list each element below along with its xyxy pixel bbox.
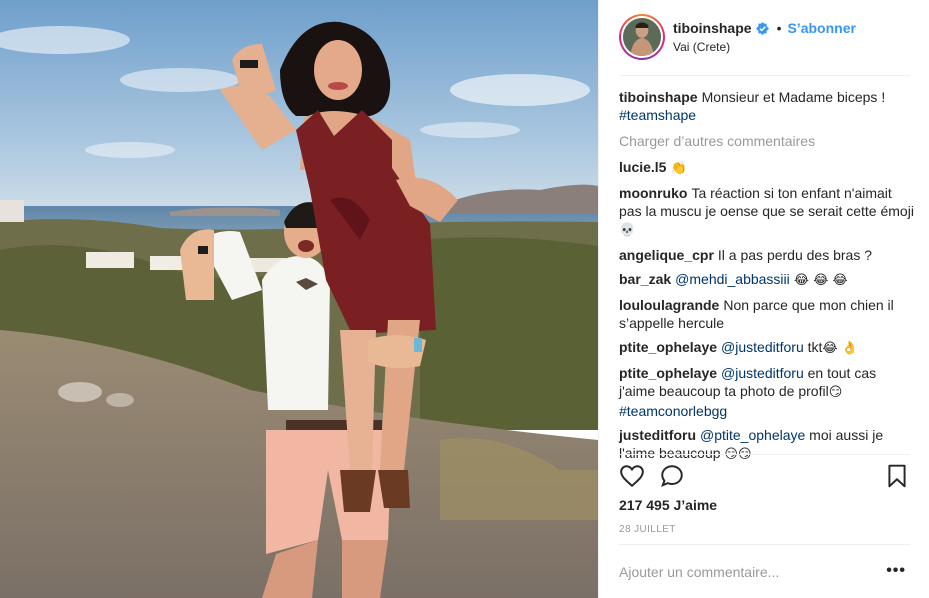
comment-row: angelique_cpr Il a pas perdu des bras ? <box>619 246 914 264</box>
avatar[interactable] <box>619 14 665 60</box>
comment-emoji: 😂 😂 😂 <box>789 273 848 288</box>
location-link[interactable]: Vai (Crete) <box>673 40 730 54</box>
comment-username[interactable]: moonruko <box>619 185 687 201</box>
bookmark-icon[interactable] <box>884 463 910 489</box>
comment-username[interactable]: bar_zak <box>619 271 671 287</box>
comment-username[interactable]: angelique_cpr <box>619 247 714 263</box>
add-comment-section: ••• <box>619 544 910 598</box>
avatar-image <box>621 16 663 58</box>
comment-mention[interactable]: @justeditforu <box>721 365 804 381</box>
heart-icon[interactable] <box>619 463 645 489</box>
username-line: tiboinshape • S’abonner <box>673 20 856 36</box>
post-side-panel: tiboinshape • S’abonner Vai (Crete) tibo… <box>598 0 929 598</box>
separator-dot: • <box>776 20 782 36</box>
action-bar <box>619 454 910 494</box>
comments-list: tiboinshape Monsieur et Madame biceps ! #… <box>619 88 914 470</box>
verified-badge-icon <box>755 21 769 35</box>
comment-row: bar_zak @mehdi_abbassiii 😂 😂 😂 <box>619 270 914 290</box>
username[interactable]: tiboinshape <box>673 20 752 36</box>
comment-username[interactable]: ptite_ophelaye <box>619 365 717 381</box>
load-more-comments-button[interactable]: Charger d’autres commentaires <box>619 132 914 150</box>
comment-emoji: 💀 <box>619 223 636 238</box>
post-date: 28 JUILLET <box>619 524 676 535</box>
comment-text: Il a pas perdu des bras ? <box>717 247 873 263</box>
add-comment-input[interactable] <box>619 561 879 583</box>
comment-row: lucie.l5 👏 <box>619 158 914 178</box>
comment-row: ptite_ophelaye @justeditforu tkt😂 👌 <box>619 338 914 358</box>
comment-mention[interactable]: @justeditforu <box>721 339 804 355</box>
comment-username[interactable]: lucie.l5 <box>619 159 666 175</box>
comment-text: tkt <box>803 339 823 355</box>
follow-button[interactable]: S’abonner <box>787 20 855 36</box>
comment-username[interactable]: justeditforu <box>619 427 696 443</box>
comment-emoji: 😂 👌 <box>822 341 858 356</box>
post-photo[interactable] <box>0 0 598 598</box>
comment-mention[interactable]: @mehdi_abbassiii <box>675 271 790 287</box>
comment-emoji: 👏 <box>670 161 687 176</box>
comment-username[interactable]: ptite_ophelaye <box>619 339 717 355</box>
caption-hashtag[interactable]: #teamshape <box>619 107 696 123</box>
comment-row: ptite_ophelaye @justeditforu en tout cas … <box>619 364 914 420</box>
comment-rows: lucie.l5 👏 moonruko Ta réaction si ton enfa… <box>619 158 914 464</box>
comment-username[interactable]: louloulagrande <box>619 297 719 313</box>
comment-mention[interactable]: @ptite_ophelaye <box>700 427 805 443</box>
caption: tiboinshape Monsieur et Madame biceps ! #… <box>619 88 914 124</box>
comment-row: louloulagrande Non parce que mon chien il… <box>619 296 914 332</box>
more-options-icon[interactable]: ••• <box>886 562 906 580</box>
instagram-post: tiboinshape • S’abonner Vai (Crete) tibo… <box>0 0 929 598</box>
photo-illustration <box>0 0 598 598</box>
avatar-picture <box>623 18 661 56</box>
caption-text: Monsieur et Madame biceps ! <box>701 89 886 105</box>
comment-mention[interactable]: #teamconorlebgg <box>619 403 727 419</box>
comment-icon[interactable] <box>659 463 685 489</box>
comment-row: moonruko Ta réaction si ton enfant n'aima… <box>619 184 914 240</box>
comment-emoji: 😏 <box>828 385 843 400</box>
likes-count[interactable]: 217 495 J’aime <box>619 497 717 513</box>
caption-username[interactable]: tiboinshape <box>619 89 698 105</box>
post-header: tiboinshape • S’abonner Vai (Crete) <box>619 14 910 76</box>
